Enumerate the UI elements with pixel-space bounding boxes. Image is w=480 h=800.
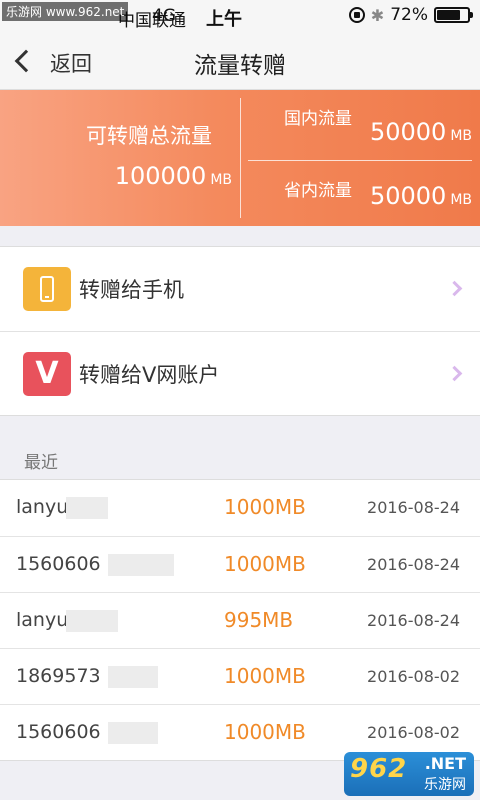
masked-text: [66, 610, 118, 632]
recent-row[interactable]: 1560606 1000MB 2016-08-24: [0, 536, 480, 592]
menu-item-label: 转赠给V网账户: [79, 362, 220, 387]
masked-text: [108, 722, 158, 744]
domestic-unit: MB: [450, 128, 472, 144]
network-type: 4G: [152, 6, 176, 26]
recipient-name: 1560606: [16, 553, 101, 575]
total-traffic-value: 100000 MB: [115, 162, 232, 190]
battery-icon: [434, 7, 473, 23]
status-bar: 中国联通 4G 上午11:18 ✱ 72% 乐游网 www.962.net: [0, 0, 480, 52]
transfer-date: 2016-08-24: [367, 498, 460, 517]
recent-list: lanyu 1000MB 2016-08-24 1560606 1000MB 2…: [0, 479, 480, 761]
back-chevron-icon: [14, 49, 38, 73]
transfer-date: 2016-08-24: [367, 555, 460, 574]
traffic-banner: 可转赠总流量 100000 MB 国内流量 50000 MB 省内流量 50000 M…: [0, 90, 480, 226]
total-traffic-label: 可转赠总流量: [86, 124, 212, 148]
banner-divider-horizontal: [248, 160, 472, 161]
transfer-amount: 1000MB: [224, 495, 306, 519]
logo-net: .NET: [424, 754, 466, 773]
transfer-to-vnet-item[interactable]: V 转赠给V网账户: [0, 331, 480, 415]
recent-section-title: 最近: [24, 453, 58, 473]
phone-icon: [23, 267, 71, 311]
battery-percent: 72%: [390, 5, 428, 25]
banner-divider-vertical: [240, 98, 241, 218]
domestic-traffic-value: 50000 MB: [370, 118, 472, 146]
domestic-value-number: 50000: [369, 118, 447, 146]
transfer-amount: 1000MB: [224, 552, 306, 576]
transfer-amount: 1000MB: [224, 664, 306, 688]
total-value-number: 100000: [114, 162, 207, 190]
v-network-icon: V: [23, 351, 71, 396]
chevron-right-icon: [446, 280, 463, 297]
recent-row[interactable]: 1869573 1000MB 2016-08-02: [0, 648, 480, 704]
chevron-right-icon: [446, 365, 463, 382]
site-watermark: 乐游网 www.962.net: [2, 2, 129, 21]
transfer-date: 2016-08-02: [367, 723, 460, 742]
masked-text: [108, 666, 158, 688]
site-logo-watermark: 962 .NET 乐游网: [344, 752, 474, 796]
rotation-lock-icon: [348, 7, 365, 23]
provincial-value-number: 50000: [369, 182, 447, 210]
status-right: ✱ 72%: [348, 5, 473, 25]
recipient-name: lanyu: [16, 609, 69, 631]
nav-bar: 返回 流量转赠: [0, 34, 480, 90]
provincial-traffic-value: 50000 MB: [370, 182, 472, 210]
recent-row[interactable]: lanyu 995MB 2016-08-24: [0, 592, 480, 648]
provincial-unit: MB: [450, 192, 472, 208]
transfer-amount: 1000MB: [224, 720, 306, 744]
bluetooth-icon: ✱: [370, 5, 385, 25]
menu-item-label: 转赠给手机: [79, 278, 184, 302]
transfer-amount: 995MB: [224, 608, 294, 632]
masked-text: [66, 497, 108, 519]
recent-row[interactable]: lanyu 1000MB 2016-08-24: [0, 480, 480, 536]
total-unit: MB: [210, 172, 232, 188]
recipient-name: lanyu: [16, 496, 69, 518]
back-button[interactable]: 返回: [0, 34, 110, 90]
logo-cn: 乐游网: [424, 777, 466, 793]
back-label: 返回: [50, 52, 92, 76]
transfer-menu: 转赠给手机 V 转赠给V网账户: [0, 246, 480, 416]
masked-text: [108, 554, 174, 576]
domestic-traffic-label: 国内流量: [284, 109, 352, 129]
provincial-traffic-label: 省内流量: [284, 181, 352, 201]
recipient-name: 1869573: [16, 665, 101, 687]
transfer-date: 2016-08-24: [367, 611, 460, 630]
transfer-date: 2016-08-02: [367, 667, 460, 686]
recipient-name: 1560606: [16, 721, 101, 743]
logo-number: 962: [350, 754, 408, 784]
transfer-to-phone-item[interactable]: 转赠给手机: [0, 247, 480, 331]
